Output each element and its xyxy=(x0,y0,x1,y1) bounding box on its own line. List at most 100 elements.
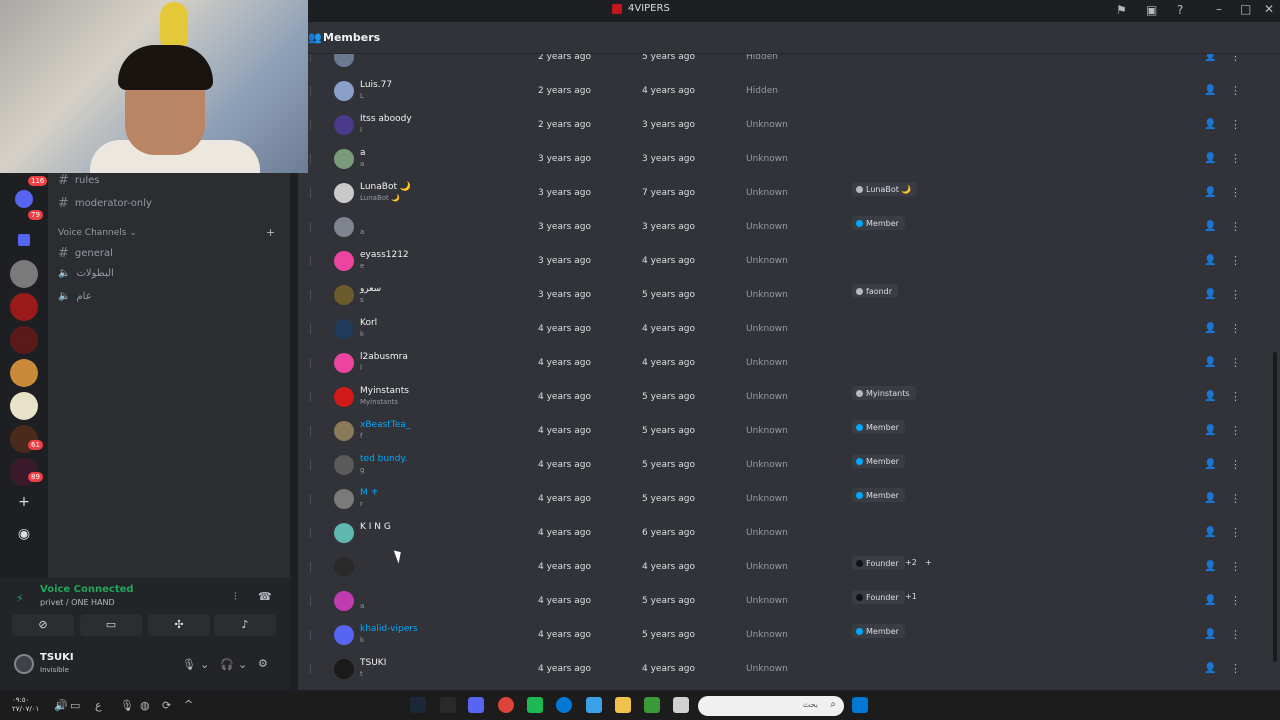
avatar[interactable] xyxy=(334,183,354,203)
view-profile-icon[interactable]: 👤 xyxy=(1204,425,1216,436)
more-options-icon[interactable]: ⋮ xyxy=(1230,390,1241,403)
member-name[interactable]: a xyxy=(360,148,366,158)
avatar[interactable] xyxy=(334,115,354,135)
role-badge[interactable]: Member xyxy=(852,420,905,434)
table-row[interactable]: سعرو s 3 years ago 5 years ago Unknown faondr… xyxy=(298,278,1258,312)
headphones-icon[interactable]: 🎧 xyxy=(220,658,234,671)
more-options-icon[interactable]: ⋮ xyxy=(1230,560,1241,573)
app-icon[interactable] xyxy=(586,697,602,713)
row-select-checkbox[interactable] xyxy=(310,188,311,198)
more-options-icon[interactable]: ⋮ xyxy=(1230,458,1241,471)
taskbar-search-input[interactable]: بحث ⌕ xyxy=(698,696,844,716)
avatar[interactable] xyxy=(334,353,354,373)
avatar[interactable] xyxy=(334,421,354,441)
steam-icon[interactable] xyxy=(410,697,426,713)
more-options-icon[interactable]: ⋮ xyxy=(1230,288,1241,301)
role-badge[interactable]: Founder xyxy=(852,590,905,604)
server-icon-4vipers[interactable] xyxy=(10,293,38,321)
gear-icon[interactable]: ⚙ xyxy=(258,657,268,670)
row-select-checkbox[interactable] xyxy=(310,426,311,436)
table-row[interactable]: K I N G 4 years ago 6 years ago Unknown 👤 ⋮ xyxy=(298,516,1258,550)
chevron-up-icon[interactable]: ^ xyxy=(184,698,193,711)
view-profile-icon[interactable]: 👤 xyxy=(1204,357,1216,368)
view-profile-icon[interactable]: 👤 xyxy=(1204,595,1216,606)
role-badge[interactable]: Member xyxy=(852,488,905,502)
noise-suppression-icon[interactable]: ⫶ xyxy=(234,590,237,604)
avatar[interactable] xyxy=(334,591,354,611)
view-profile-icon[interactable]: 👤 xyxy=(1204,289,1216,300)
avatar[interactable] xyxy=(334,285,354,305)
voice-channels-category[interactable]: Voice Channels ⌄ xyxy=(58,228,137,238)
camera-off-button[interactable]: ⊘ xyxy=(12,614,74,636)
speaker-icon[interactable]: 🔊 xyxy=(54,699,68,712)
view-profile-icon[interactable]: 👤 xyxy=(1204,663,1216,674)
view-profile-icon[interactable]: 👤 xyxy=(1204,255,1216,266)
table-row[interactable]: Luis.77 L 2 years ago 4 years ago Hidden 👤 ⋮ xyxy=(298,74,1258,108)
member-name[interactable]: Luis.77 xyxy=(360,80,392,90)
member-name[interactable]: LunaBot 🌙 xyxy=(360,182,411,192)
edge-icon[interactable] xyxy=(556,697,572,713)
row-select-checkbox[interactable] xyxy=(310,392,311,402)
channel-general[interactable]: # general xyxy=(58,246,113,261)
table-row[interactable]: M ⚜ r 4 years ago 5 years ago Unknown Member 👤… xyxy=(298,482,1258,516)
avatar[interactable] xyxy=(334,659,354,679)
soundboard-button[interactable]: ♪ xyxy=(214,614,276,636)
disconnect-icon[interactable]: ☎ xyxy=(258,590,272,603)
member-name[interactable]: M ⚜ xyxy=(360,488,379,498)
more-options-icon[interactable]: ⋮ xyxy=(1230,220,1241,233)
member-name[interactable]: K I N G xyxy=(360,522,391,532)
more-options-icon[interactable]: ⋮ xyxy=(1230,84,1241,97)
chevron-down-icon[interactable]: ⌄ xyxy=(200,658,209,671)
view-profile-icon[interactable]: 👤 xyxy=(1204,119,1216,130)
row-select-checkbox[interactable] xyxy=(310,494,311,504)
table-row[interactable]: xBeastTea_ f 4 years ago 5 years ago Unknown… xyxy=(298,414,1258,448)
more-options-icon[interactable]: ⋮ xyxy=(1230,628,1241,641)
server-icon[interactable] xyxy=(10,260,38,288)
avatar[interactable] xyxy=(334,523,354,543)
screen-share-button[interactable]: ▭ xyxy=(80,614,142,636)
server-folder[interactable] xyxy=(15,190,33,208)
channel-moderator-only[interactable]: # moderator-only xyxy=(58,196,152,211)
sync-icon[interactable]: ⟳ xyxy=(162,699,171,712)
member-name[interactable]: khalid-vipers xyxy=(360,624,418,634)
more-options-icon[interactable]: ⋮ xyxy=(1230,186,1241,199)
app-icon[interactable] xyxy=(673,697,689,713)
table-row[interactable]: eyass1212 e 3 years ago 4 years ago Unknown 👤… xyxy=(298,244,1258,278)
row-select-checkbox[interactable] xyxy=(310,154,311,164)
view-profile-icon[interactable]: 👤 xyxy=(1204,459,1216,470)
avatar[interactable] xyxy=(334,557,354,577)
avatar[interactable] xyxy=(334,217,354,237)
role-badge[interactable]: Member xyxy=(852,216,905,230)
explore-icon[interactable]: ◉ xyxy=(14,524,34,544)
activities-button[interactable]: ✣ xyxy=(148,614,210,636)
role-badge[interactable]: Founder xyxy=(852,556,905,570)
chevron-down-icon[interactable]: ⌄ xyxy=(238,658,247,671)
view-profile-icon[interactable]: 👤 xyxy=(1204,391,1216,402)
member-name[interactable]: eyass1212 xyxy=(360,250,409,260)
channel-rules[interactable]: # rules xyxy=(58,173,100,188)
add-role-button[interactable]: + xyxy=(922,556,935,570)
role-badge[interactable]: Member xyxy=(852,624,905,638)
server-icon[interactable] xyxy=(10,326,38,354)
row-select-checkbox[interactable] xyxy=(310,562,311,572)
more-options-icon[interactable]: ⋮ xyxy=(1230,424,1241,437)
tray-app-icon[interactable]: ◍ xyxy=(140,699,150,712)
start-icon[interactable] xyxy=(852,697,868,713)
view-profile-icon[interactable]: 👤 xyxy=(1204,221,1216,232)
view-profile-icon[interactable]: 👤 xyxy=(1204,153,1216,164)
row-select-checkbox[interactable] xyxy=(310,664,311,674)
member-name[interactable]: Itss aboody xyxy=(360,114,412,124)
scrollbar[interactable] xyxy=(1273,352,1277,662)
member-name[interactable]: ted bundy. xyxy=(360,454,407,464)
channel-tournaments[interactable]: 🔈 البطولات xyxy=(58,268,114,279)
role-badge[interactable]: Myinstants xyxy=(852,386,916,400)
table-row[interactable]: Itss aboody I 2 years ago 3 years ago Unknow… xyxy=(298,108,1258,142)
more-roles-count[interactable]: +2 xyxy=(902,556,920,570)
xbox-icon[interactable] xyxy=(644,697,660,713)
member-name[interactable]: Myinstants xyxy=(360,386,409,396)
row-select-checkbox[interactable] xyxy=(310,324,311,334)
row-select-checkbox[interactable] xyxy=(310,222,311,232)
microphone-icon[interactable]: 🎙 xyxy=(182,658,196,671)
member-name[interactable]: سعرو xyxy=(360,284,381,294)
view-profile-icon[interactable]: 👤 xyxy=(1204,323,1216,334)
